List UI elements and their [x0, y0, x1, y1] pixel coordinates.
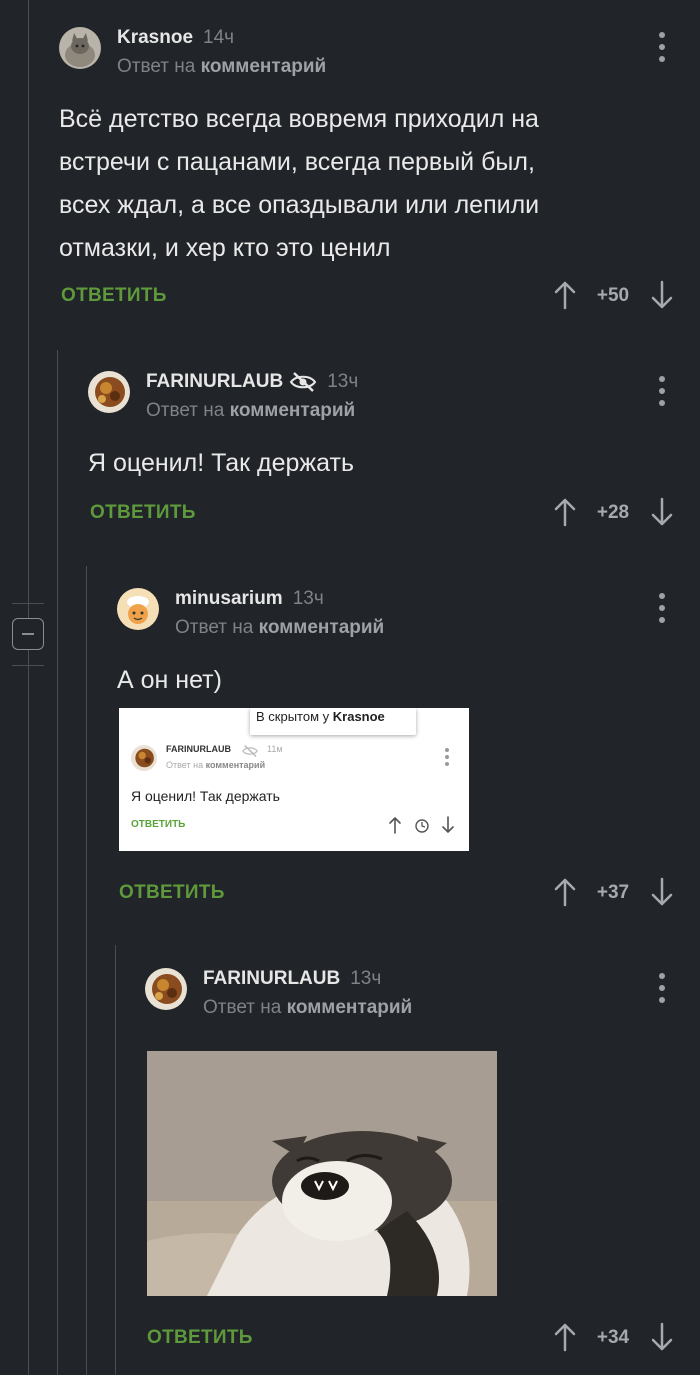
character-avatar-icon	[117, 588, 159, 630]
comment-text-line: всех ждал, а все опаздывали или лепили	[59, 191, 540, 219]
comment-author[interactable]: FARINURLAUB 13ч	[203, 968, 381, 990]
more-options-icon[interactable]	[652, 376, 672, 406]
cat-avatar-icon	[59, 27, 101, 69]
downvote-arrow-icon[interactable]	[650, 280, 674, 310]
upvote-arrow-icon[interactable]	[553, 1322, 577, 1352]
user-avatar[interactable]	[145, 968, 187, 1010]
comment-time: 13ч	[350, 968, 382, 989]
comment-author[interactable]: minusarium 13ч	[175, 588, 324, 610]
comment-text-line: встречи с пацанами, всегда первый был,	[59, 148, 535, 176]
upvote-arrow-icon[interactable]	[553, 280, 577, 310]
user-avatar[interactable]	[117, 588, 159, 630]
downvote-arrow-icon[interactable]	[650, 1322, 674, 1352]
tooltip-prefix: В скрытом у	[256, 709, 330, 724]
upvote-arrow-icon[interactable]	[553, 877, 577, 907]
shot-reply-target: комментарий	[205, 760, 266, 770]
comment-text-line: Всё детство всегда вовремя приходил на	[59, 105, 539, 133]
thread-line-level-0	[28, 0, 29, 1375]
more-options-icon	[445, 748, 449, 766]
screaming-cat-image[interactable]	[147, 1051, 497, 1296]
thread-line-level-3	[115, 945, 116, 1375]
downvote-arrow-icon[interactable]	[650, 877, 674, 907]
user-avatar[interactable]	[88, 371, 130, 413]
user-avatar[interactable]	[59, 27, 101, 69]
parent-comment-link[interactable]: комментарий	[230, 400, 356, 421]
reply-prefix: Ответ на	[175, 617, 254, 638]
parent-comment-link[interactable]: комментарий	[259, 617, 385, 638]
collapse-thread-button[interactable]	[12, 618, 44, 650]
author-name[interactable]: minusarium	[175, 588, 283, 610]
eye-slash-icon	[242, 745, 258, 757]
downvote-arrow-icon[interactable]	[650, 497, 674, 527]
shot-reply-prefix: Ответ на	[166, 760, 204, 770]
shot-text: Я оценил! Так держать	[131, 788, 280, 804]
embedded-screenshot-image[interactable]: В скрытом у Krasnoe FARINURLAUB 11м Отве…	[119, 708, 469, 851]
comment-text: Всё детство всегда вовремя приходил на в…	[59, 98, 539, 270]
upvote-arrow-icon[interactable]	[553, 497, 577, 527]
reply-prefix: Ответ на	[117, 56, 196, 77]
shot-time: 11м	[267, 744, 283, 754]
reply-meta: Ответ на комментарий	[175, 617, 384, 639]
collapse-connector	[12, 665, 44, 666]
shot-vote-icons	[389, 816, 454, 834]
author-name[interactable]: Krasnoe	[117, 27, 193, 49]
shot-reply-label: ОТВЕТИТЬ	[131, 819, 186, 830]
reply-meta: Ответ на комментарий	[117, 56, 326, 78]
reply-button[interactable]: ОТВЕТИТЬ	[147, 1327, 253, 1349]
reply-prefix: Ответ на	[203, 997, 282, 1018]
reply-meta: Ответ на комментарий	[203, 997, 412, 1019]
comment-time: 13ч	[327, 371, 359, 392]
comment-text: Я оценил! Так держать	[88, 442, 354, 485]
thread-line-level-1	[57, 350, 58, 1375]
food-avatar-icon	[145, 968, 187, 1010]
shot-reply-meta: Ответ на комментарий	[166, 760, 265, 770]
comment-author[interactable]: FARINURLAUB 13ч	[146, 371, 358, 393]
reply-button[interactable]: ОТВЕТИТЬ	[90, 502, 196, 524]
collapse-connector	[12, 603, 44, 604]
comment-text: А он нет)	[117, 659, 222, 702]
comment-rating: +50	[596, 285, 630, 306]
comment-time: 14ч	[203, 27, 235, 48]
comment-text-line: Я оценил! Так держать	[88, 449, 354, 477]
comment-text-line: А он нет)	[117, 666, 222, 694]
comment-rating: +34	[596, 1327, 630, 1348]
eye-slash-icon	[289, 372, 317, 392]
thread-line-level-2	[86, 566, 87, 1375]
author-name[interactable]: FARINURLAUB	[146, 371, 283, 393]
parent-comment-link[interactable]: комментарий	[201, 56, 327, 77]
comment-author[interactable]: Krasnoe 14ч	[117, 27, 234, 49]
more-options-icon[interactable]	[652, 593, 672, 623]
parent-comment-link[interactable]: комментарий	[287, 997, 413, 1018]
shot-author: FARINURLAUB	[166, 744, 231, 754]
food-avatar-icon	[131, 745, 157, 771]
reply-button[interactable]: ОТВЕТИТЬ	[61, 285, 167, 307]
food-avatar-icon	[88, 371, 130, 413]
tooltip-user: Krasnoe	[332, 709, 385, 724]
more-options-icon[interactable]	[652, 973, 672, 1003]
author-name[interactable]: FARINURLAUB	[203, 968, 340, 990]
comment-rating: +28	[596, 502, 630, 523]
reply-prefix: Ответ на	[146, 400, 225, 421]
reply-button[interactable]: ОТВЕТИТЬ	[119, 882, 225, 904]
comment-rating: +37	[596, 882, 630, 903]
comment-time: 13ч	[292, 588, 324, 609]
comment-text-line: отмазки, и хер кто это ценил	[59, 234, 391, 262]
hidden-tooltip: В скрытом у Krasnoe	[250, 708, 416, 735]
more-options-icon[interactable]	[652, 32, 672, 62]
reply-meta: Ответ на комментарий	[146, 400, 355, 422]
